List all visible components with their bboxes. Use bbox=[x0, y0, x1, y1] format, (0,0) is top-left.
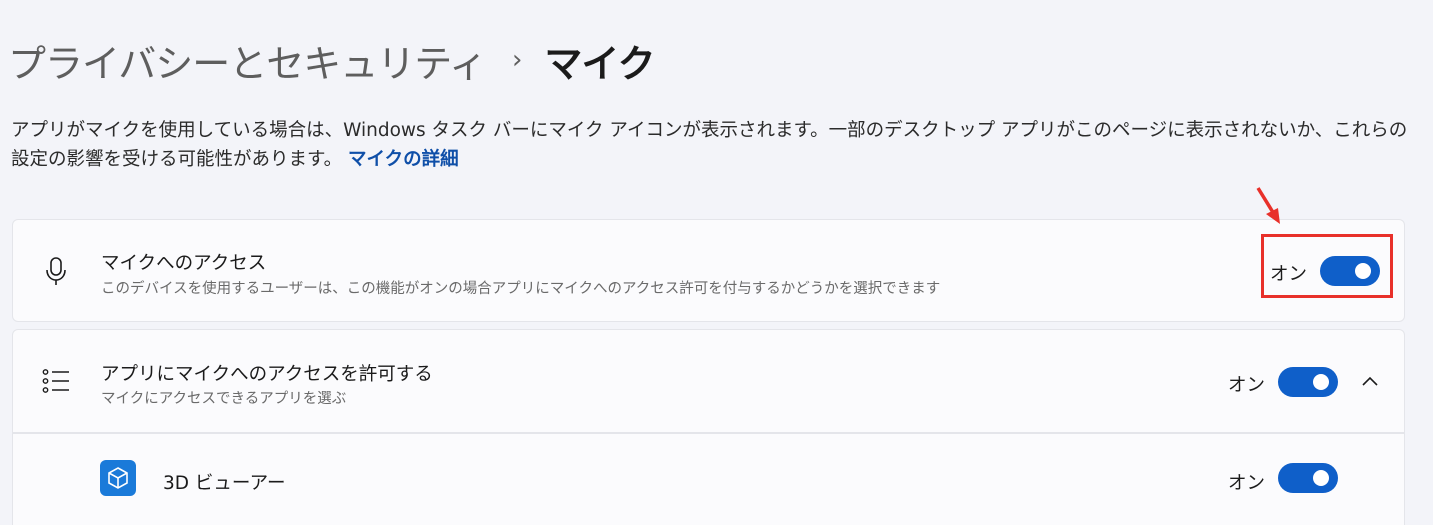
app-toggle-3d-viewer[interactable] bbox=[1278, 463, 1338, 493]
settings-page: プライバシーとセキュリティ › マイク アプリがマイクを使用している場合は、Wi… bbox=[0, 0, 1433, 525]
breadcrumb: プライバシーとセキュリティ › マイク bbox=[8, 30, 656, 90]
mic-access-subtitle: このデバイスを使用するユーザーは、この機能がオンの場合アプリにマイクへのアクセス… bbox=[101, 281, 941, 297]
breadcrumb-separator-icon: › bbox=[511, 45, 523, 75]
app-name: 3D ビューアー bbox=[163, 473, 286, 494]
app-access-state-label: オン bbox=[1228, 375, 1266, 396]
app-access-subtitle: マイクにアクセスできるアプリを選ぶ bbox=[101, 391, 347, 407]
list-icon bbox=[41, 366, 71, 396]
page-description: アプリがマイクを使用している場合は、Windows タスク バーにマイク アイコ… bbox=[11, 116, 1421, 174]
microphone-icon bbox=[41, 256, 71, 286]
app-access-card[interactable]: アプリにマイクへのアクセスを許可する マイクにアクセスできるアプリを選ぶ オン bbox=[12, 329, 1405, 433]
mic-access-title: マイクへのアクセス bbox=[101, 253, 267, 274]
toggle-knob bbox=[1313, 374, 1329, 390]
mic-access-card: マイクへのアクセス このデバイスを使用するユーザーは、この機能がオンの場合アプリ… bbox=[12, 219, 1405, 322]
app-access-toggle[interactable] bbox=[1278, 367, 1338, 397]
annotation-highlight-box bbox=[1261, 234, 1393, 298]
app-access-title: アプリにマイクへのアクセスを許可する bbox=[101, 364, 433, 385]
app-state-label: オン bbox=[1228, 473, 1266, 494]
annotation-arrow-icon bbox=[1250, 184, 1286, 234]
toggle-knob bbox=[1313, 470, 1329, 486]
page-title: マイク bbox=[544, 41, 655, 86]
chevron-up-icon[interactable] bbox=[1359, 370, 1381, 392]
breadcrumb-parent[interactable]: プライバシーとセキュリティ bbox=[8, 33, 487, 88]
description-text: アプリがマイクを使用している場合は、Windows タスク バーにマイク アイコ… bbox=[11, 120, 1408, 170]
3d-viewer-icon bbox=[100, 460, 136, 496]
learn-more-link[interactable]: マイクの詳細 bbox=[348, 149, 459, 170]
